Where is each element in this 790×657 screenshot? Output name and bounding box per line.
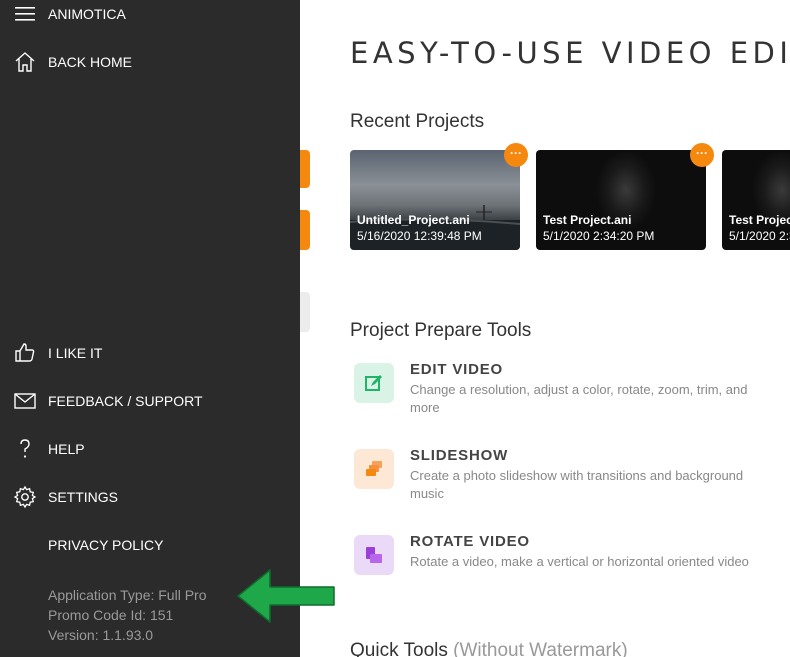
project-name: Test Project.ani bbox=[729, 213, 790, 227]
tool-description: Change a resolution, adjust a color, rot… bbox=[410, 382, 748, 415]
app-title: ANIMOTICA bbox=[48, 6, 126, 22]
edit-icon bbox=[354, 363, 394, 403]
home-icon bbox=[15, 52, 35, 72]
quick-tools-heading: Quick Tools (Without Watermark) bbox=[350, 640, 628, 657]
project-date: 5/16/2020 12:39:48 PM bbox=[357, 229, 482, 243]
navigation-drawer: ANIMOTICA BACK HOME I LIKE IT FEEDBACK /… bbox=[0, 0, 300, 657]
project-name: Untitled_Project.ani bbox=[357, 213, 470, 227]
nav-settings[interactable]: SETTINGS bbox=[0, 479, 300, 515]
rotate-video-tool[interactable]: ROTATE VIDEO Rotate a video, make a vert… bbox=[352, 533, 772, 593]
project-more-button[interactable]: ··· bbox=[504, 143, 528, 167]
application-type: Application Type: Full Pro bbox=[48, 587, 207, 603]
nav-feedback-support[interactable]: FEEDBACK / SUPPORT bbox=[0, 383, 300, 419]
page-title: EASY-TO-USE VIDEO EDITOR & bbox=[350, 36, 790, 70]
annotation-arrow-icon bbox=[237, 569, 335, 623]
thumbs-up-icon bbox=[15, 343, 35, 362]
nav-label: SETTINGS bbox=[48, 489, 119, 505]
nav-label: HELP bbox=[48, 441, 85, 457]
project-card[interactable]: Untitled_Project.ani 5/16/2020 12:39:48 … bbox=[350, 150, 520, 250]
promo-code: Promo Code Id: 151 bbox=[48, 607, 174, 623]
nav-label: I LIKE IT bbox=[48, 345, 103, 361]
quick-tools-note: (Without Watermark) bbox=[453, 640, 628, 657]
nav-label: FEEDBACK / SUPPORT bbox=[48, 393, 203, 409]
tools-heading: Project Prepare Tools bbox=[350, 320, 532, 341]
project-name: Test Project.ani bbox=[543, 213, 632, 227]
hamburger-icon bbox=[15, 7, 35, 21]
project-card[interactable]: Test Project.ani 5/1/2020 2:34:20 PM bbox=[536, 150, 706, 250]
rotate-icon bbox=[354, 535, 394, 575]
slideshow-icon bbox=[354, 449, 394, 489]
nav-label: PRIVACY POLICY bbox=[48, 537, 164, 553]
project-more-button[interactable]: ··· bbox=[690, 143, 714, 167]
project-card[interactable]: Test Project.ani 5/1/2020 2:34:20 PM bbox=[722, 150, 790, 250]
tool-name: ROTATE VIDEO bbox=[410, 533, 530, 550]
tool-description: Rotate a video, make a vertical or horiz… bbox=[410, 554, 749, 569]
project-date: 5/1/2020 2:34:20 PM bbox=[729, 229, 790, 243]
tool-description: Create a photo slideshow with transition… bbox=[410, 468, 744, 501]
question-icon bbox=[20, 439, 30, 458]
mail-icon bbox=[14, 393, 36, 409]
nav-privacy-policy[interactable]: PRIVACY POLICY bbox=[0, 527, 300, 563]
menu-toggle[interactable]: ANIMOTICA bbox=[0, 0, 300, 32]
app-version: Version: 1.1.93.0 bbox=[48, 627, 154, 643]
slideshow-tool[interactable]: SLIDESHOW Create a photo slideshow with … bbox=[352, 447, 772, 507]
nav-back-home[interactable]: BACK HOME bbox=[0, 44, 300, 80]
tool-name: EDIT VIDEO bbox=[410, 361, 504, 378]
nav-help[interactable]: HELP bbox=[0, 431, 300, 467]
edit-video-tool[interactable]: EDIT VIDEO Change a resolution, adjust a… bbox=[352, 361, 772, 421]
nav-i-like-it[interactable]: I LIKE IT bbox=[0, 335, 300, 371]
nav-label: BACK HOME bbox=[48, 54, 133, 70]
recent-projects-heading: Recent Projects bbox=[350, 111, 485, 132]
quick-tools-label: Quick Tools bbox=[350, 640, 448, 657]
gear-icon bbox=[13, 485, 37, 509]
tool-name: SLIDESHOW bbox=[410, 447, 509, 464]
project-date: 5/1/2020 2:34:20 PM bbox=[543, 229, 655, 243]
